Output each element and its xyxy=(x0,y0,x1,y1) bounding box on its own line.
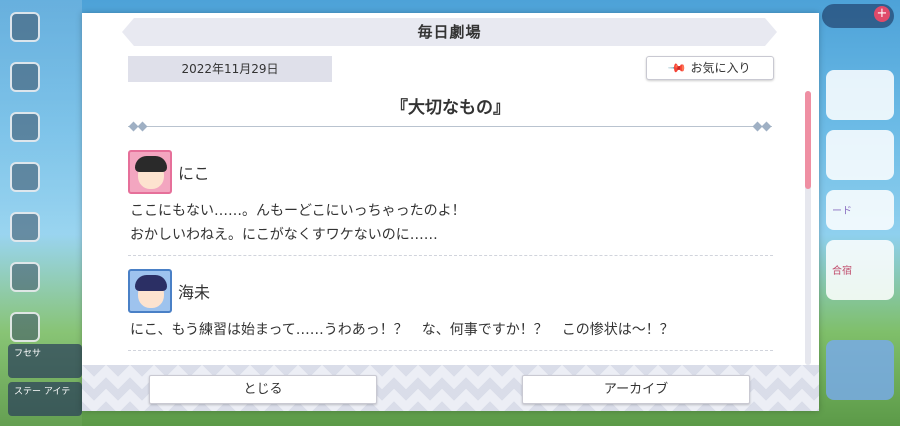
background-card-4[interactable]: 合宿 xyxy=(826,240,894,300)
gift-icon[interactable] xyxy=(10,162,40,192)
avatar-nico xyxy=(128,150,172,194)
background-left-panel: フセサ ステー アイテ xyxy=(0,0,82,426)
dialogue-entry: 海未 にこ、もう練習は始まって……うわあっ！？ な、何事ですか！？ この惨状は〜… xyxy=(128,268,773,351)
dialogue-line: にこ、もう練習は始まって……うわあっ！？ な、何事ですか！？ この惨状は〜！？ xyxy=(130,322,674,338)
dialogue-list[interactable]: にこ ここにもない……。んもーどこにいっちゃったのよ！ おかしいわねえ。にこがな… xyxy=(128,141,773,363)
avatar-umi xyxy=(128,269,172,313)
scrollbar-thumb[interactable] xyxy=(805,91,811,189)
speaker-name: 海未 xyxy=(178,283,211,302)
story-title: 『大切なもの』 xyxy=(391,98,510,118)
dialogue-line: ここにもない……。んもーどこにいっちゃったのよ！ xyxy=(130,203,466,219)
close-button[interactable]: とじる xyxy=(149,375,377,404)
daily-theater-dialog: 毎日劇場 2022年11月29日 📌 お気に入り 『大切なもの』 にこ ここにもな… xyxy=(82,13,819,411)
entry-separator xyxy=(128,255,773,256)
entry-separator xyxy=(128,350,773,351)
background-right-panel: + ード 合宿 xyxy=(818,0,900,426)
background-card-5[interactable] xyxy=(826,340,894,400)
speaker-row: にこ xyxy=(128,149,773,195)
trophy-icon[interactable] xyxy=(10,262,40,292)
speaker-row: 海未 xyxy=(128,268,773,314)
scrollbar[interactable] xyxy=(805,91,811,365)
expand-icon[interactable] xyxy=(10,312,40,342)
background-left-button-1[interactable]: フセサ xyxy=(8,344,82,378)
menu-icon[interactable] xyxy=(10,12,40,42)
item-icon[interactable] xyxy=(10,112,40,142)
favorite-button[interactable]: 📌 お気に入り xyxy=(646,56,774,80)
plus-icon[interactable]: + xyxy=(874,6,890,22)
dialog-footer: とじる アーカイブ xyxy=(82,365,819,411)
favorite-label: お気に入り xyxy=(690,61,751,75)
archive-button[interactable]: アーカイブ xyxy=(522,375,750,404)
title-divider xyxy=(128,126,772,127)
background-card-2[interactable] xyxy=(826,130,894,180)
divider-ornament-icon xyxy=(761,121,772,132)
date-label: 2022年11月29日 xyxy=(128,56,332,82)
dialogue-entry: にこ ここにもない……。んもーどこにいっちゃったのよ！ おかしいわねえ。にこがな… xyxy=(128,149,773,256)
chat-icon[interactable] xyxy=(10,62,40,92)
background-card-1[interactable] xyxy=(826,70,894,120)
background-card-3[interactable]: ード xyxy=(826,190,894,230)
speaker-name: にこ xyxy=(178,164,210,183)
pin-icon: 📌 xyxy=(666,57,688,79)
dialogue-line: おかしいわねえ。にこがなくすワケないのに…… xyxy=(130,227,438,243)
dialog-title: 毎日劇場 xyxy=(122,18,777,46)
gacha-icon[interactable] xyxy=(10,212,40,242)
background-left-button-2[interactable]: ステー アイテ xyxy=(8,382,82,416)
divider-ornament-icon xyxy=(137,121,148,132)
